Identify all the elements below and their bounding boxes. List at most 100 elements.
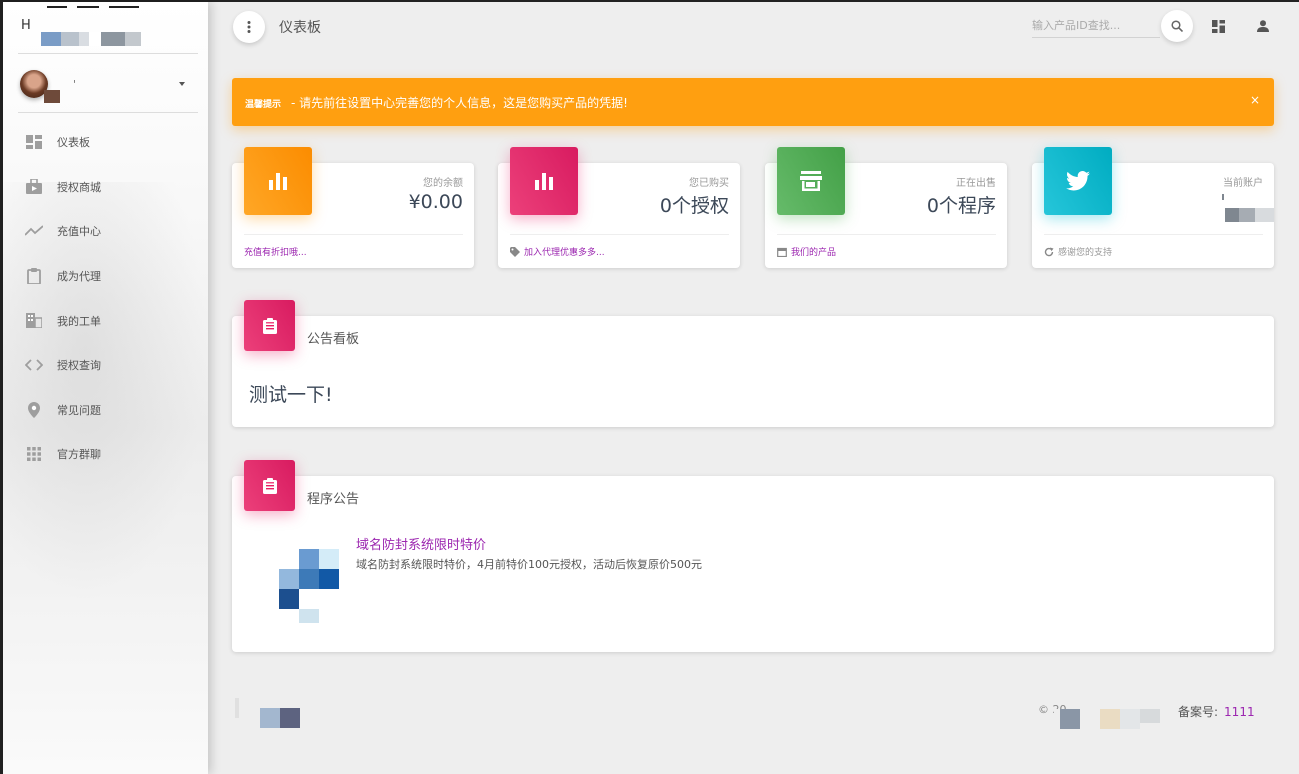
sidebar: H ' 仪表板 授权商城 充值中心 成为代理 我的工单 授权查询 常见问题 官方…	[3, 2, 208, 774]
topbar: 仪表板	[208, 2, 1299, 50]
search-button[interactable]	[1161, 10, 1193, 42]
sidebar-item-tickets[interactable]: 我的工单	[3, 298, 208, 343]
brand[interactable]: H	[3, 2, 208, 54]
sidebar-item-agent[interactable]: 成为代理	[3, 254, 208, 299]
program-thumbnail[interactable]	[279, 549, 341, 623]
footer-link-redaction[interactable]	[260, 708, 300, 728]
building-icon	[25, 312, 43, 328]
more-vert-button[interactable]	[233, 11, 265, 43]
sidebar-item-label: 仪表板	[57, 136, 90, 150]
sidebar-item-label: 成为代理	[57, 270, 101, 284]
profile-button[interactable]	[1255, 18, 1271, 34]
brand-logo-mosaic	[41, 32, 141, 46]
account-redaction	[1219, 208, 1274, 222]
footer: © 20 备案号: 1111	[232, 690, 1274, 730]
clipboard-icon	[244, 460, 295, 511]
stat-label: 您已购买	[689, 178, 729, 189]
tag-icon	[510, 246, 520, 257]
copyright-redaction	[1054, 709, 1162, 729]
stat-card-selling: 正在出售 0个程序 我们的产品	[765, 147, 1007, 268]
record-number-link[interactable]: 1111	[1224, 705, 1255, 719]
user-name: '	[73, 78, 77, 91]
dashboard-icon	[25, 134, 43, 150]
stat-footer-text: 我们的产品	[791, 248, 837, 258]
stat-footer-link[interactable]: 感谢您的支持	[1044, 245, 1112, 258]
stat-footer-link[interactable]: 我们的产品	[777, 245, 836, 258]
sidebar-item-label: 授权查询	[57, 359, 101, 373]
program-item-title[interactable]: 域名防封系统限时特价	[356, 534, 486, 553]
footer-redaction-edge	[235, 698, 239, 718]
sidebar-item-label: 充值中心	[57, 225, 101, 239]
stat-label: 当前账户	[1223, 178, 1263, 189]
panel-title: 程序公告	[307, 492, 360, 507]
sidebar-item-dashboard[interactable]: 仪表板	[3, 120, 208, 165]
search-input[interactable]	[1032, 14, 1160, 38]
stat-value: 0个授权	[659, 195, 729, 217]
user-menu[interactable]: '	[3, 64, 208, 108]
sidebar-divider-top	[18, 53, 198, 54]
clipboard-icon	[244, 300, 295, 351]
stat-footer-link[interactable]: 充值有折扣哦...	[244, 245, 307, 258]
twitter-icon	[1044, 147, 1112, 215]
bar-chart-icon	[510, 147, 578, 215]
program-notice-panel: 程序公告 域名防封系统限时特价 域名防封系统限时特价，4月前特价100元授权，活…	[232, 460, 1274, 652]
avatar-redaction	[44, 90, 60, 103]
sidebar-item-group[interactable]: 官方群聊	[3, 432, 208, 477]
sidebar-item-query[interactable]: 授权查询	[3, 343, 208, 388]
close-icon[interactable]: ×	[1250, 93, 1260, 107]
stat-card-purchased: 您已购买 0个授权 加入代理优惠多多...	[498, 147, 740, 268]
stat-divider	[1044, 234, 1263, 235]
search-icon	[1171, 20, 1183, 32]
sidebar-item-faq[interactable]: 常见问题	[3, 388, 208, 433]
stat-divider	[510, 234, 729, 235]
brand-top-marks	[47, 6, 139, 8]
stat-footer-text: 加入代理优惠多多...	[524, 248, 605, 258]
sidebar-item-label: 官方群聊	[57, 448, 101, 462]
sidebar-item-recharge[interactable]: 充值中心	[3, 209, 208, 254]
stat-value: ¥0.00	[408, 191, 463, 213]
trending-icon	[25, 223, 43, 239]
more-vert-icon	[247, 21, 251, 33]
warning-alert: 温馨提示 - 请先前往设置中心完善您的个人信息，这是您购买产品的凭据! ×	[232, 78, 1274, 126]
bar-chart-icon	[244, 147, 312, 215]
record-label: 备案号:	[1178, 705, 1219, 719]
sidebar-nav: 仪表板 授权商城 充值中心 成为代理 我的工单 授权查询 常见问题 官方群聊	[3, 120, 208, 477]
sidebar-item-shop[interactable]: 授权商城	[3, 165, 208, 210]
stat-value: 0个程序	[926, 195, 996, 217]
stat-card-balance: 您的余额 ¥0.00 充值有折扣哦...	[232, 147, 474, 268]
code-icon	[25, 357, 43, 373]
sidebar-item-label: 常见问题	[57, 403, 101, 417]
store-icon	[777, 147, 845, 215]
dashboard-view-button[interactable]	[1210, 18, 1226, 34]
location-pin-icon	[25, 401, 43, 418]
notice-board-panel: 公告看板 测试一下!	[232, 300, 1274, 427]
person-icon	[1257, 20, 1269, 32]
alert-strong-label: 温馨提示	[245, 100, 282, 110]
brand-letter: H	[21, 18, 31, 33]
calendar-icon	[777, 247, 787, 257]
record-text: 备案号: 1111	[1178, 703, 1255, 720]
refresh-icon	[1044, 247, 1054, 256]
alert-message: - 请先前往设置中心完善您的个人信息，这是您购买产品的凭据!	[291, 96, 628, 110]
stat-label: 正在出售	[956, 178, 996, 189]
program-item-description: 域名防封系统限时特价，4月前特价100元授权，活动后恢复原价500元	[356, 558, 702, 571]
notice-content: 测试一下!	[249, 384, 333, 406]
stat-divider	[244, 234, 463, 235]
sidebar-item-label: 我的工单	[57, 314, 101, 328]
caret-down-icon	[179, 82, 185, 86]
dashboard-icon	[1211, 19, 1225, 33]
clipboard-icon	[25, 267, 43, 284]
stat-label: 您的余额	[423, 178, 463, 189]
stat-footer-link[interactable]: 加入代理优惠多多...	[510, 245, 605, 258]
stat-footer-text: 充值有折扣哦...	[244, 248, 307, 258]
page-title: 仪表板	[279, 20, 321, 36]
stat-divider	[777, 234, 996, 235]
stat-footer-text: 感谢您的支持	[1058, 248, 1113, 258]
shop-bag-icon	[25, 179, 43, 195]
apps-grid-icon	[25, 446, 43, 462]
stat-card-account: 当前账户 感谢您的支持	[1032, 147, 1274, 268]
account-redaction-top	[1222, 194, 1224, 200]
sidebar-divider-user	[18, 112, 198, 113]
panel-title: 公告看板	[307, 332, 360, 347]
sidebar-item-label: 授权商城	[57, 180, 101, 194]
